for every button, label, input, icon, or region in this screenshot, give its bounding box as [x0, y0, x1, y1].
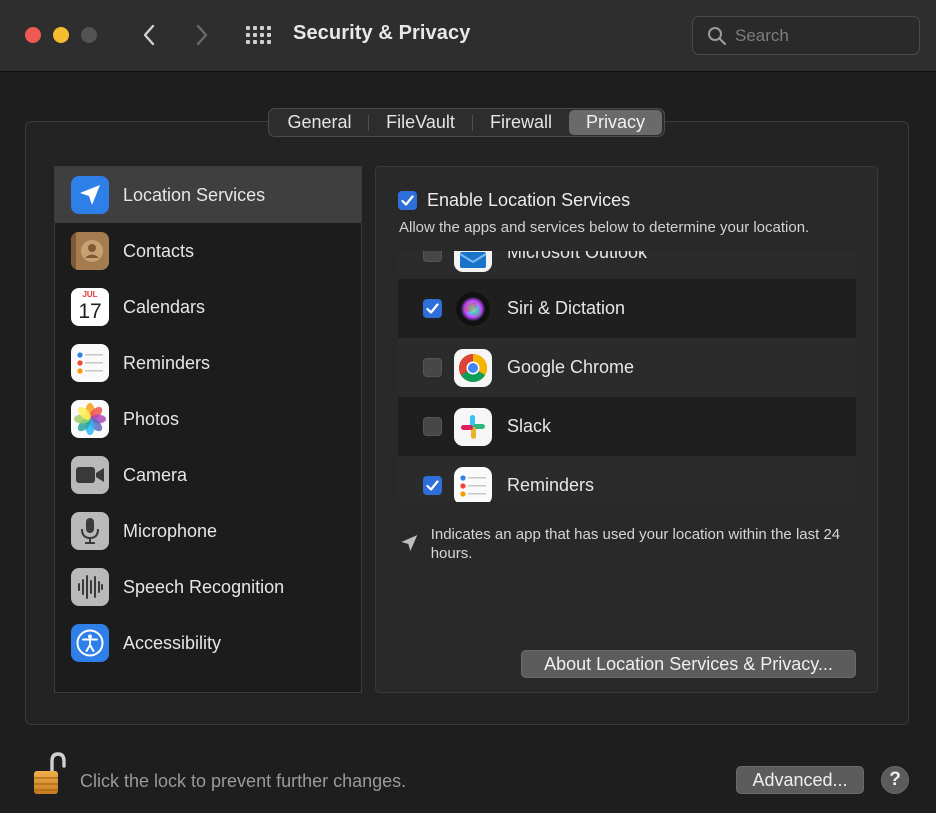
sidebar-item-label: Photos — [123, 408, 180, 429]
slack-icon — [454, 407, 492, 446]
tab-privacy[interactable]: Privacy — [569, 110, 662, 135]
waveform-icon — [71, 568, 109, 606]
app-checkbox[interactable] — [423, 476, 442, 495]
forward-button[interactable] — [188, 21, 216, 49]
app-name: Microsoft Outlook — [507, 251, 648, 262]
reminders-icon — [454, 466, 492, 502]
camera-icon — [71, 456, 109, 494]
show-all-button[interactable] — [243, 22, 273, 48]
sidebar-item-label: Contacts — [123, 240, 195, 261]
microphone-icon — [71, 512, 109, 550]
app-name: Slack — [507, 416, 552, 436]
advanced-button[interactable]: Advanced... — [736, 766, 864, 794]
lock-status-text: Click the lock to prevent further change… — [80, 771, 407, 791]
app-name: Siri & Dictation — [507, 298, 626, 318]
checkmark-icon — [426, 480, 439, 491]
sidebar-item-label: Speech Recognition — [123, 576, 285, 597]
unlocked-padlock-icon — [34, 752, 66, 794]
grid-icon — [246, 26, 271, 44]
sidebar-item-accessibility[interactable]: Accessibility — [55, 615, 361, 671]
tab-firewall[interactable]: Firewall — [473, 110, 569, 135]
sidebar-item-reminders[interactable]: Reminders — [55, 335, 361, 391]
reminders-icon — [71, 344, 109, 382]
privacy-category-list: Location Services Contacts JUL 17 Calend… — [54, 166, 362, 693]
sidebar-item-label: Calendars — [123, 296, 206, 317]
sidebar-item-contacts[interactable]: Contacts — [55, 223, 361, 279]
calendar-month: JUL — [71, 290, 109, 300]
sidebar-item-camera[interactable]: Camera — [55, 447, 361, 503]
tab-general[interactable]: General — [271, 110, 368, 135]
app-checkbox[interactable] — [423, 299, 442, 318]
chrome-icon — [454, 348, 492, 387]
tab-bar: General FileVault Firewall Privacy — [268, 108, 665, 137]
sidebar-item-label: Reminders — [123, 352, 211, 373]
outlook-icon — [454, 251, 492, 272]
sidebar-item-microphone[interactable]: Microphone — [55, 503, 361, 559]
chevron-left-icon — [143, 24, 155, 46]
app-row-reminders[interactable]: Reminders — [398, 456, 856, 502]
sidebar-item-photos[interactable]: Photos — [55, 391, 361, 447]
enable-location-checkbox[interactable] — [398, 191, 417, 210]
siri-icon — [454, 290, 492, 328]
search-field[interactable] — [692, 16, 920, 55]
sidebar-item-label: Accessibility — [123, 632, 222, 653]
back-button[interactable] — [135, 21, 163, 49]
app-name: Reminders — [507, 475, 595, 495]
app-row-slack[interactable]: Slack — [398, 397, 856, 456]
sidebar-item-label: Microphone — [123, 520, 218, 541]
about-location-privacy-button[interactable]: About Location Services & Privacy... — [521, 650, 856, 678]
location-description: Allow the apps and services below to det… — [399, 219, 810, 236]
location-note-text: Indicates an app that has used your loca… — [430, 526, 841, 562]
location-arrow-icon — [71, 176, 109, 214]
sidebar-item-speech-recognition[interactable]: Speech Recognition — [55, 559, 361, 615]
calendar-icon: JUL 17 — [71, 288, 109, 326]
window-title: Security & Privacy — [293, 22, 471, 44]
sidebar-item-label: Camera — [123, 464, 188, 485]
title-bar: Security & Privacy — [0, 0, 936, 72]
enable-location-services-row[interactable]: Enable Location Services — [398, 190, 630, 211]
help-button[interactable]: ? — [881, 766, 909, 794]
app-list[interactable]: Microsoft Outlook Siri & Dictation Googl… — [398, 251, 856, 502]
chevron-right-icon — [196, 24, 208, 46]
tab-filevault[interactable]: FileVault — [369, 110, 472, 135]
contacts-icon — [71, 232, 109, 270]
photos-icon — [71, 400, 109, 438]
minimize-window-button[interactable] — [53, 27, 69, 43]
search-input[interactable] — [735, 24, 905, 48]
app-row-siri[interactable]: Siri & Dictation — [398, 279, 856, 338]
accessibility-icon — [71, 624, 109, 662]
location-usage-note: Indicates an app that has used your loca… — [399, 525, 859, 563]
checkmark-icon — [401, 195, 414, 206]
zoom-window-button[interactable] — [81, 27, 97, 43]
location-arrow-icon — [401, 535, 418, 551]
sidebar-item-label: Location Services — [123, 184, 266, 205]
sidebar-item-location-services[interactable]: Location Services — [55, 167, 361, 223]
app-checkbox[interactable] — [423, 417, 442, 436]
app-row-chrome[interactable]: Google Chrome — [398, 338, 856, 397]
calendar-day: 17 — [78, 300, 102, 323]
checkmark-icon — [426, 303, 439, 314]
search-icon — [708, 27, 727, 46]
app-checkbox[interactable] — [423, 358, 442, 377]
close-window-button[interactable] — [25, 27, 41, 43]
app-checkbox[interactable] — [423, 251, 442, 262]
sidebar-item-calendars[interactable]: JUL 17 Calendars — [55, 279, 361, 335]
app-row-outlook[interactable]: Microsoft Outlook — [398, 251, 856, 282]
location-services-panel: Enable Location Services Allow the apps … — [375, 166, 878, 693]
enable-location-label: Enable Location Services — [427, 190, 631, 210]
lock-button[interactable] — [32, 751, 68, 797]
app-name: Google Chrome — [507, 357, 635, 377]
